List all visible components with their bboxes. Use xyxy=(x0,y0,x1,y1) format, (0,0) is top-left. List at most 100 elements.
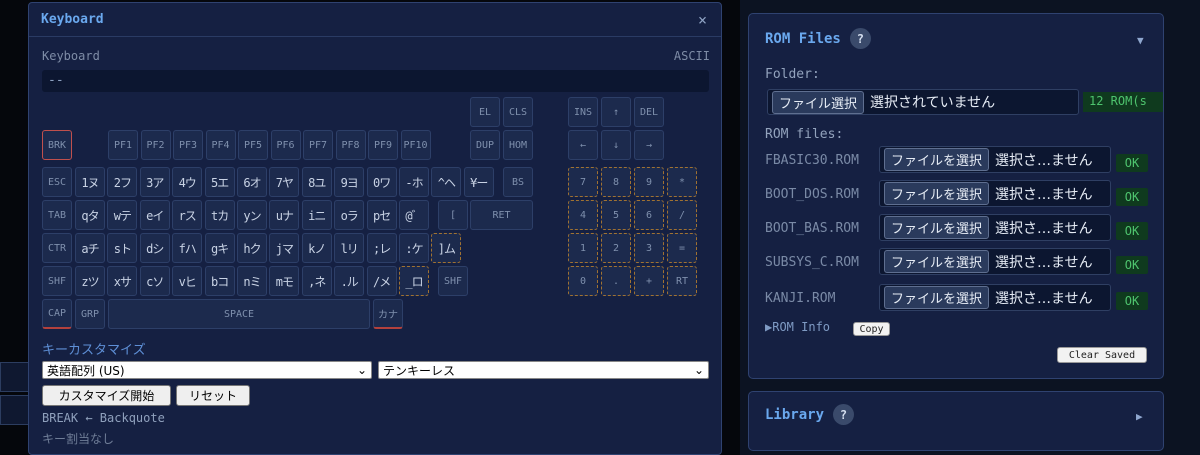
key-char[interactable]: 5エ xyxy=(204,167,235,197)
key-pf7[interactable]: PF7 xyxy=(303,130,333,160)
key-pf8[interactable]: PF8 xyxy=(335,130,366,160)
customize-start-button[interactable]: カスタマイズ開始 xyxy=(42,385,171,406)
key-char[interactable]: 4ウ xyxy=(172,167,203,197)
key-del[interactable]: DEL xyxy=(634,97,664,127)
close-icon[interactable]: × xyxy=(698,11,707,29)
numpad-key[interactable]: 2 xyxy=(601,233,631,263)
numpad-key[interactable]: 1 xyxy=(568,233,598,263)
key-char[interactable]: hク xyxy=(237,233,267,263)
numpad-key[interactable]: 5 xyxy=(601,200,631,230)
file-select-button[interactable]: ファイルを選択 xyxy=(884,148,990,171)
rom-file-input[interactable]: ファイルを選択 選択さ…ません xyxy=(879,146,1111,173)
numpad-key[interactable]: 6 xyxy=(634,200,664,230)
collapse-icon[interactable]: ▼ xyxy=(1137,34,1144,47)
key-char[interactable]: pセ xyxy=(366,200,397,230)
copy-button[interactable]: Copy xyxy=(853,322,890,336)
layout-select[interactable]: 英語配列 (US) ⌄ xyxy=(42,361,372,379)
key-bs[interactable]: BS xyxy=(503,167,533,197)
key-esc[interactable]: ESC xyxy=(42,167,72,197)
key-cls[interactable]: CLS xyxy=(503,97,533,127)
file-select-button[interactable]: ファイルを選択 xyxy=(884,250,990,273)
key-char[interactable]: 8ユ xyxy=(301,167,332,197)
key-hom[interactable]: HOM xyxy=(503,130,533,160)
key-char[interactable]: jマ xyxy=(269,233,300,263)
key-pf1[interactable]: PF1 xyxy=(108,130,138,160)
key-char[interactable]: gキ xyxy=(204,233,235,263)
key-char[interactable]: lリ xyxy=(334,233,365,263)
rom-file-input[interactable]: ファイルを選択 選択さ…ません xyxy=(879,248,1111,275)
numpad-key[interactable]: * xyxy=(667,167,697,197)
key-char[interactable]: .ル xyxy=(334,266,365,296)
tenkey-select[interactable]: テンキーレス ⌄ xyxy=(378,361,709,379)
key-left[interactable]: ← xyxy=(568,130,598,160)
key-char[interactable]: _ロ xyxy=(399,266,429,296)
key-char[interactable]: qタ xyxy=(75,200,105,230)
numpad-key[interactable]: 9 xyxy=(634,167,664,197)
expand-icon[interactable]: ▶ xyxy=(1136,410,1143,423)
key-char[interactable]: ^ヘ xyxy=(431,167,462,197)
key-char[interactable]: 2フ xyxy=(107,167,138,197)
key-dup[interactable]: DUP xyxy=(470,130,500,160)
key-char[interactable]: zツ xyxy=(75,266,105,296)
key-bracket[interactable]: [ xyxy=(438,200,468,230)
key-char[interactable]: 1ヌ xyxy=(75,167,105,197)
key-pf9[interactable]: PF9 xyxy=(368,130,398,160)
key-char[interactable]: rス xyxy=(172,200,203,230)
numpad-key[interactable]: RT xyxy=(667,266,697,296)
key-pf5[interactable]: PF5 xyxy=(238,130,268,160)
key-char[interactable]: ,ネ xyxy=(301,266,332,296)
file-select-button[interactable]: ファイルを選択 xyxy=(884,182,990,205)
key-shf[interactable]: SHF xyxy=(42,266,72,296)
key-char[interactable]: 7ヤ xyxy=(269,167,300,197)
numpad-key[interactable]: 3 xyxy=(634,233,664,263)
key-char[interactable]: -ホ xyxy=(399,167,429,197)
key-char[interactable]: 0ワ xyxy=(366,167,397,197)
numpad-key[interactable]: 7 xyxy=(568,167,598,197)
help-icon[interactable]: ? xyxy=(849,28,871,49)
key-char[interactable]: 9ヨ xyxy=(334,167,365,197)
key-char[interactable]: cソ xyxy=(139,266,170,296)
key-char[interactable]: ;レ xyxy=(366,233,397,263)
key-pf2[interactable]: PF2 xyxy=(140,130,171,160)
key-char[interactable]: eイ xyxy=(139,200,170,230)
key-char[interactable]: bコ xyxy=(204,266,235,296)
key-pf6[interactable]: PF6 xyxy=(270,130,301,160)
key-char[interactable]: sト xyxy=(107,233,138,263)
key-right[interactable]: → xyxy=(634,130,664,160)
key-char[interactable]: nミ xyxy=(237,266,267,296)
key-el[interactable]: EL xyxy=(470,97,500,127)
key-grp[interactable]: GRP xyxy=(75,299,105,329)
rom-file-input[interactable]: ファイルを選択 選択さ…ません xyxy=(879,284,1111,311)
key-pf4[interactable]: PF4 xyxy=(205,130,236,160)
numpad-key[interactable]: / xyxy=(667,200,697,230)
key-char[interactable]: mモ xyxy=(269,266,300,296)
folder-input[interactable]: ファイル選択 選択されていません xyxy=(767,89,1079,115)
numpad-key[interactable]: . xyxy=(601,266,631,296)
key-pf10[interactable]: PF10 xyxy=(400,130,431,160)
rom-file-input[interactable]: ファイルを選択 選択さ…ません xyxy=(879,180,1111,207)
rom-info-toggle[interactable]: ▶ROM Info xyxy=(765,320,830,334)
key-char[interactable]: 6オ xyxy=(237,167,267,197)
key-char[interactable]: xサ xyxy=(107,266,138,296)
key-char[interactable]: @゛ xyxy=(399,200,429,230)
clear-saved-button[interactable]: Clear Saved xyxy=(1057,347,1147,363)
key-char[interactable]: tカ xyxy=(204,200,235,230)
key-char[interactable]: fハ xyxy=(172,233,203,263)
reset-button[interactable]: リセット xyxy=(176,385,250,406)
space-key[interactable]: SPACE xyxy=(108,299,370,329)
key-char[interactable]: iニ xyxy=(301,200,332,230)
key-kana[interactable]: カナ xyxy=(373,299,403,329)
numpad-key[interactable]: = xyxy=(667,233,697,263)
key-char[interactable]: aチ xyxy=(75,233,105,263)
key-brk[interactable]: BRK xyxy=(42,130,72,160)
key-char[interactable]: oラ xyxy=(334,200,365,230)
numpad-key[interactable]: 4 xyxy=(568,200,598,230)
rom-file-input[interactable]: ファイルを選択 選択さ…ません xyxy=(879,214,1111,241)
key-char[interactable]: /メ xyxy=(366,266,397,296)
key-char[interactable]: wテ xyxy=(107,200,138,230)
key-char[interactable]: ¥ー xyxy=(463,167,494,197)
key-tab[interactable]: TAB xyxy=(42,200,72,230)
numpad-key[interactable]: 8 xyxy=(601,167,631,197)
key-shf-right[interactable]: SHF xyxy=(438,266,468,296)
key-char[interactable]: yン xyxy=(237,200,267,230)
